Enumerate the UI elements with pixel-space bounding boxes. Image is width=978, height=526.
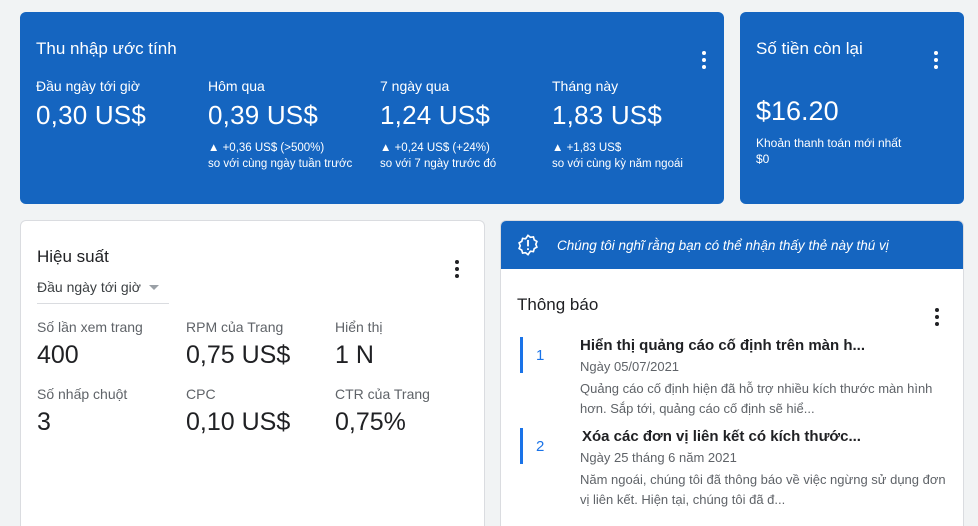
notifications-title: Thông báo bbox=[517, 295, 599, 314]
metric-change: ▲ +0,24 US$ (+24%) bbox=[380, 142, 490, 154]
notification-item[interactable]: 2 Xóa các đơn vị liên kết có kích thước.… bbox=[520, 428, 950, 508]
metric-label: CTR của Trang bbox=[335, 386, 430, 402]
balance-card: Số tiền còn lại $16.20 Khoản thanh toán … bbox=[740, 12, 964, 204]
metric-page-rpm: RPM của Trang 0,75 US$ bbox=[186, 319, 336, 370]
metric-label: Hôm qua bbox=[208, 78, 265, 94]
metric-page-ctr: CTR của Trang 0,75% bbox=[335, 386, 484, 437]
metric-label: Đầu ngày tới giờ bbox=[36, 78, 140, 94]
notifications-card: Chúng tôi nghĩ rằng bạn có thể nhận thấy… bbox=[500, 220, 964, 526]
earnings-title: Thu nhập ước tính bbox=[36, 39, 177, 58]
last-payment-label: Khoản thanh toán mới nhất bbox=[756, 136, 902, 150]
estimated-earnings-card: Thu nhập ước tính Đầu ngày tới giờ 0,30 … bbox=[20, 12, 724, 204]
item-title: Hiển thị quảng cáo cố định trên màn h... bbox=[580, 337, 866, 354]
metric-value: 0,39 US$ bbox=[208, 100, 319, 130]
item-indicator bbox=[520, 428, 523, 464]
balance-amount: $16.20 bbox=[756, 96, 839, 126]
metric-label: Số nhấp chuột bbox=[37, 386, 128, 402]
date-range-label: Đầu ngày tới giờ bbox=[37, 279, 141, 295]
more-vert-icon[interactable] bbox=[924, 48, 948, 72]
metric-page-views: Số lần xem trang 400 bbox=[37, 319, 187, 370]
metric-cpc: CPC 0,10 US$ bbox=[186, 386, 336, 437]
metric-impressions: Hiển thị 1 N bbox=[335, 319, 484, 370]
caret-down-icon bbox=[148, 284, 159, 290]
earnings-metric-yesterday: Hôm qua 0,39 US$ ▲ +0,36 US$ (>500%) so … bbox=[208, 78, 373, 172]
metric-label: RPM của Trang bbox=[186, 319, 284, 335]
performance-title: Hiệu suất bbox=[37, 247, 109, 266]
metric-value: 1,24 US$ bbox=[380, 100, 491, 130]
item-indicator bbox=[520, 337, 523, 373]
metric-change: ▲ +1,83 US$ bbox=[552, 142, 622, 154]
item-number: 2 bbox=[536, 438, 545, 455]
balance-title: Số tiền còn lại bbox=[756, 39, 863, 58]
item-body: Quảng cáo cố định hiện đã hỗ trợ nhiều k… bbox=[580, 381, 933, 416]
last-payment-value: $0 bbox=[756, 152, 770, 166]
metric-value: 0,75% bbox=[335, 408, 406, 436]
metric-compare: so với cùng kỳ năm ngoái bbox=[552, 158, 683, 170]
more-vert-icon[interactable] bbox=[445, 257, 469, 281]
metric-value: 3 bbox=[37, 408, 51, 436]
metric-label: Tháng này bbox=[552, 78, 619, 94]
item-date: Ngày 05/07/2021 bbox=[580, 359, 680, 374]
item-title: Xóa các đơn vị liên kết có kích thước... bbox=[582, 428, 861, 445]
earnings-metric-7days: 7 ngày qua 1,24 US$ ▲ +0,24 US$ (+24%) s… bbox=[380, 78, 545, 172]
item-date: Ngày 25 tháng 6 năm 2021 bbox=[580, 450, 737, 465]
metric-value: 400 bbox=[37, 341, 79, 369]
item-body: Năm ngoái, chúng tôi đã thông báo về việ… bbox=[580, 472, 946, 507]
metric-value: 0,75 US$ bbox=[186, 341, 291, 369]
metric-label: Số lần xem trang bbox=[37, 319, 143, 335]
metric-value: 0,30 US$ bbox=[36, 100, 147, 130]
metric-value: 1,83 US$ bbox=[552, 100, 663, 130]
metric-label: Hiển thị bbox=[335, 319, 383, 335]
metric-value: 1 N bbox=[335, 341, 374, 369]
item-number: 1 bbox=[536, 347, 545, 364]
metric-label: CPC bbox=[186, 386, 216, 402]
metric-compare: so với cùng ngày tuần trước bbox=[208, 158, 353, 170]
notification-item[interactable]: 1 Hiển thị quảng cáo cố định trên màn h.… bbox=[520, 337, 950, 417]
badge-icon bbox=[518, 234, 538, 256]
more-vert-icon[interactable] bbox=[925, 305, 949, 329]
metric-compare: so với 7 ngày trước đó bbox=[380, 158, 497, 170]
performance-card: Hiệu suất Đầu ngày tới giờ Số lần xem tr… bbox=[20, 220, 485, 526]
metric-label: 7 ngày qua bbox=[380, 78, 450, 94]
more-vert-icon[interactable] bbox=[692, 48, 716, 72]
banner-text: Chúng tôi nghĩ rằng bạn có thể nhận thấy… bbox=[557, 237, 889, 253]
metric-clicks: Số nhấp chuột 3 bbox=[37, 386, 187, 437]
metric-value: 0,10 US$ bbox=[186, 408, 291, 436]
recommendation-banner: Chúng tôi nghĩ rằng bạn có thể nhận thấy… bbox=[501, 221, 963, 269]
date-range-dropdown[interactable]: Đầu ngày tới giờ bbox=[37, 279, 169, 304]
earnings-metric-month: Tháng này 1,83 US$ ▲ +1,83 US$ so với cù… bbox=[552, 78, 717, 172]
metric-change: ▲ +0,36 US$ (>500%) bbox=[208, 142, 325, 154]
earnings-metric-today: Đầu ngày tới giờ 0,30 US$ bbox=[36, 78, 201, 131]
